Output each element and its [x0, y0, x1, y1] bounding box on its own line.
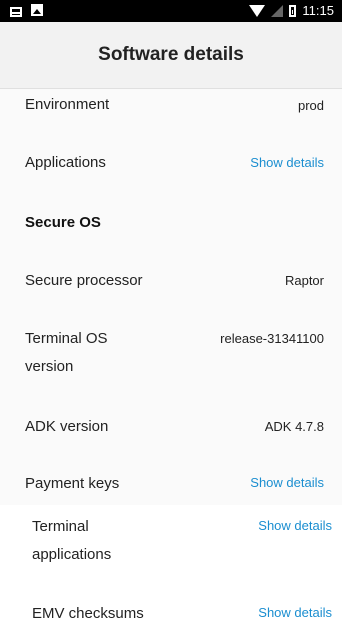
secure-os-heading: Secure OS [25, 214, 101, 231]
status-bar: 11:15 [0, 0, 342, 22]
adk-version-value: ADK 4.7.8 [264, 419, 324, 434]
app-bar: Software details [0, 22, 342, 89]
wifi-icon [249, 4, 266, 17]
status-left [10, 4, 44, 22]
secure-processor-label: Secure processor [25, 272, 143, 289]
image-icon [31, 4, 44, 16]
signal-icon [271, 4, 284, 17]
applications-label: Applications [25, 154, 106, 171]
emv-checksums-label: EMV checksums [32, 605, 144, 622]
panel-icon [10, 7, 22, 17]
environment-value: prod [297, 98, 324, 113]
applications-show-details-link[interactable]: Show details [250, 155, 324, 170]
terminal-applications-show-details-link[interactable]: Show details [258, 518, 332, 533]
terminal-os-version-value: release-31341100 [220, 331, 324, 346]
terminal-os-version-label-line1: Terminal OS [25, 330, 108, 347]
secure-processor-value: Raptor [284, 273, 324, 288]
terminal-applications-label-line1: Terminal [32, 518, 89, 535]
status-time: 11:15 [302, 3, 334, 18]
adk-version-label: ADK version [25, 418, 109, 435]
terminal-os-version-label-line2: version [25, 358, 74, 375]
payment-keys-show-details-link[interactable]: Show details [250, 475, 324, 490]
page-title: Software details [98, 44, 244, 65]
battery-icon [289, 4, 297, 17]
payment-keys-label: Payment keys [25, 475, 120, 492]
environment-label: Environment [25, 96, 110, 113]
status-right: 11:15 [249, 3, 334, 18]
emv-checksums-show-details-link[interactable]: Show details [258, 605, 332, 620]
terminal-applications-label-line2: applications [32, 546, 112, 563]
